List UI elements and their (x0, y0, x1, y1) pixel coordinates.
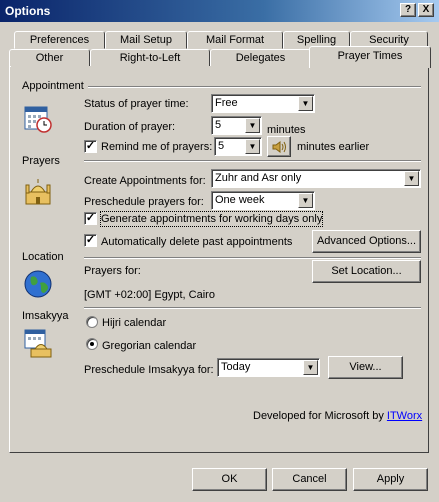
tab-preferences[interactable]: Preferences (14, 31, 105, 49)
help-button[interactable]: ? (400, 3, 416, 17)
tab-other[interactable]: Other (9, 49, 90, 67)
tab-right-to-left[interactable]: Right-to-Left (90, 49, 210, 67)
tab-prayer-times[interactable]: Prayer Times (309, 46, 431, 68)
close-button[interactable]: X (418, 3, 434, 17)
cancel-button[interactable]: Cancel (272, 468, 347, 491)
apply-button[interactable]: Apply (353, 468, 428, 491)
tab-mail-format[interactable]: Mail Format (187, 31, 283, 49)
prayer-times-panel (9, 66, 429, 453)
window-title: Options (5, 4, 51, 18)
ok-button[interactable]: OK (192, 468, 267, 491)
tab-mail-setup[interactable]: Mail Setup (105, 31, 187, 49)
tab-delegates[interactable]: Delegates (210, 49, 311, 67)
title-bar: Options (0, 0, 439, 22)
